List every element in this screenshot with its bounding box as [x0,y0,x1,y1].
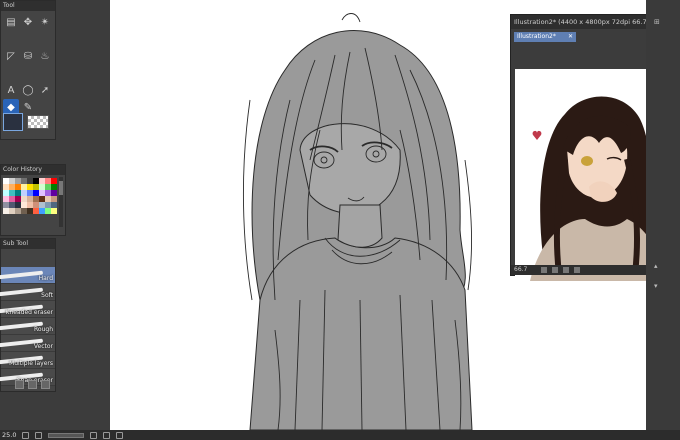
panel-toggle-icon[interactable]: ⊞ [654,18,668,28]
subtool-actions [15,380,50,389]
subtool-item[interactable]: Vector [0,335,55,352]
subview-tab-label: Illustration2* [517,33,556,40]
subtool-label: Multiple layers [9,360,53,367]
tool-separator [37,65,53,73]
zoom-slider[interactable] [48,432,85,438]
copy-subtool-icon[interactable] [28,380,37,389]
color-preview-image [515,69,667,281]
subtool-item[interactable]: Hard [0,267,55,284]
subtool-label: Soft [41,292,53,299]
scroll-up-icon[interactable]: ▴ [654,262,668,272]
object-select-icon[interactable]: ➚ [37,82,53,98]
subtool-label: Hard [38,275,53,282]
subtool-settings-icon[interactable] [15,380,24,389]
clip-studio-window: Tool ▤ ✥ ✴ ◸ ⛁ ♨ A ◯ ➚ ◆ ✎ Color History Sub Tool … [0,0,680,440]
canvas-zoom[interactable]: 25.0 [2,431,16,439]
rotate-icon[interactable] [574,267,580,273]
subtool-item[interactable]: Rough [0,318,55,335]
pen-tab-icon[interactable]: ▤ [3,14,19,30]
subtool-label: Vector [33,343,53,350]
subtool-item[interactable]: Multiple layers [0,352,55,369]
zoom-in-icon[interactable] [552,267,558,273]
subtool-title: Sub Tool [1,239,55,249]
fit-icon[interactable] [563,267,569,273]
tab-close-icon[interactable]: ✕ [568,32,573,42]
color-history-grid [1,175,65,217]
history-color-swatch[interactable] [51,208,57,214]
lasso-icon[interactable]: ◯ [20,82,36,98]
tool-separator [3,65,19,73]
brush-stroke-preview [0,287,44,297]
color-history-title: Color History [1,165,65,175]
subtool-item[interactable]: Soft [0,284,55,301]
main-color-swatch[interactable] [3,113,23,131]
zoom-out-icon[interactable] [541,267,547,273]
rotate-left-button[interactable] [90,431,98,439]
tool-separator [37,31,53,39]
color-history-panel: Color History [0,164,66,236]
subview-zoom: 66.7 [514,266,528,273]
ruler-icon[interactable]: ◸ [3,48,19,64]
subtool-item[interactable]: Kneaded eraser [0,301,55,318]
zoom-in-button[interactable] [35,431,43,439]
tool-palette-title: Tool [1,1,55,11]
rotate-right-button[interactable] [103,431,111,439]
scroll-down-icon[interactable]: ▾ [654,282,668,292]
tool-grid: ▤ ✥ ✴ ◸ ⛁ ♨ A ◯ ➚ ◆ ✎ [1,11,55,118]
text-icon[interactable]: A [3,82,19,98]
tool-separator [3,31,19,39]
subtool-label: Kneaded eraser [5,309,53,316]
fill-bucket-icon[interactable]: ⛁ [20,48,36,64]
magic-wand-icon[interactable]: ✴ [37,14,53,30]
reset-view-button[interactable] [116,431,124,439]
transparent-color-swatch[interactable] [27,115,49,129]
blend-icon[interactable]: ♨ [37,48,53,64]
subtool-panel: Sub Tool Hard Soft Kneaded eraser Rough Vect… [0,238,56,392]
subview-tab[interactable]: Illustration2* ✕ [514,32,576,42]
move-icon[interactable]: ✥ [20,14,36,30]
status-bar: 25.0 [0,430,680,440]
tool-separator [20,65,36,73]
tool-palette: Tool ▤ ✥ ✴ ◸ ⛁ ♨ A ◯ ➚ ◆ ✎ [0,0,56,140]
tool-separator [20,31,36,39]
subtool-label: Rough [34,326,53,333]
right-toolbar: ⊞ ▴ ▾ [646,0,680,430]
brush-list: Hard Soft Kneaded eraser Rough Vector Multipl… [0,249,55,386]
color-history-scrollbar[interactable] [59,177,63,227]
delete-subtool-icon[interactable] [41,380,50,389]
brush-stroke-preview [0,270,44,280]
color-swatches [3,113,49,131]
zoom-out-button[interactable] [22,431,30,439]
